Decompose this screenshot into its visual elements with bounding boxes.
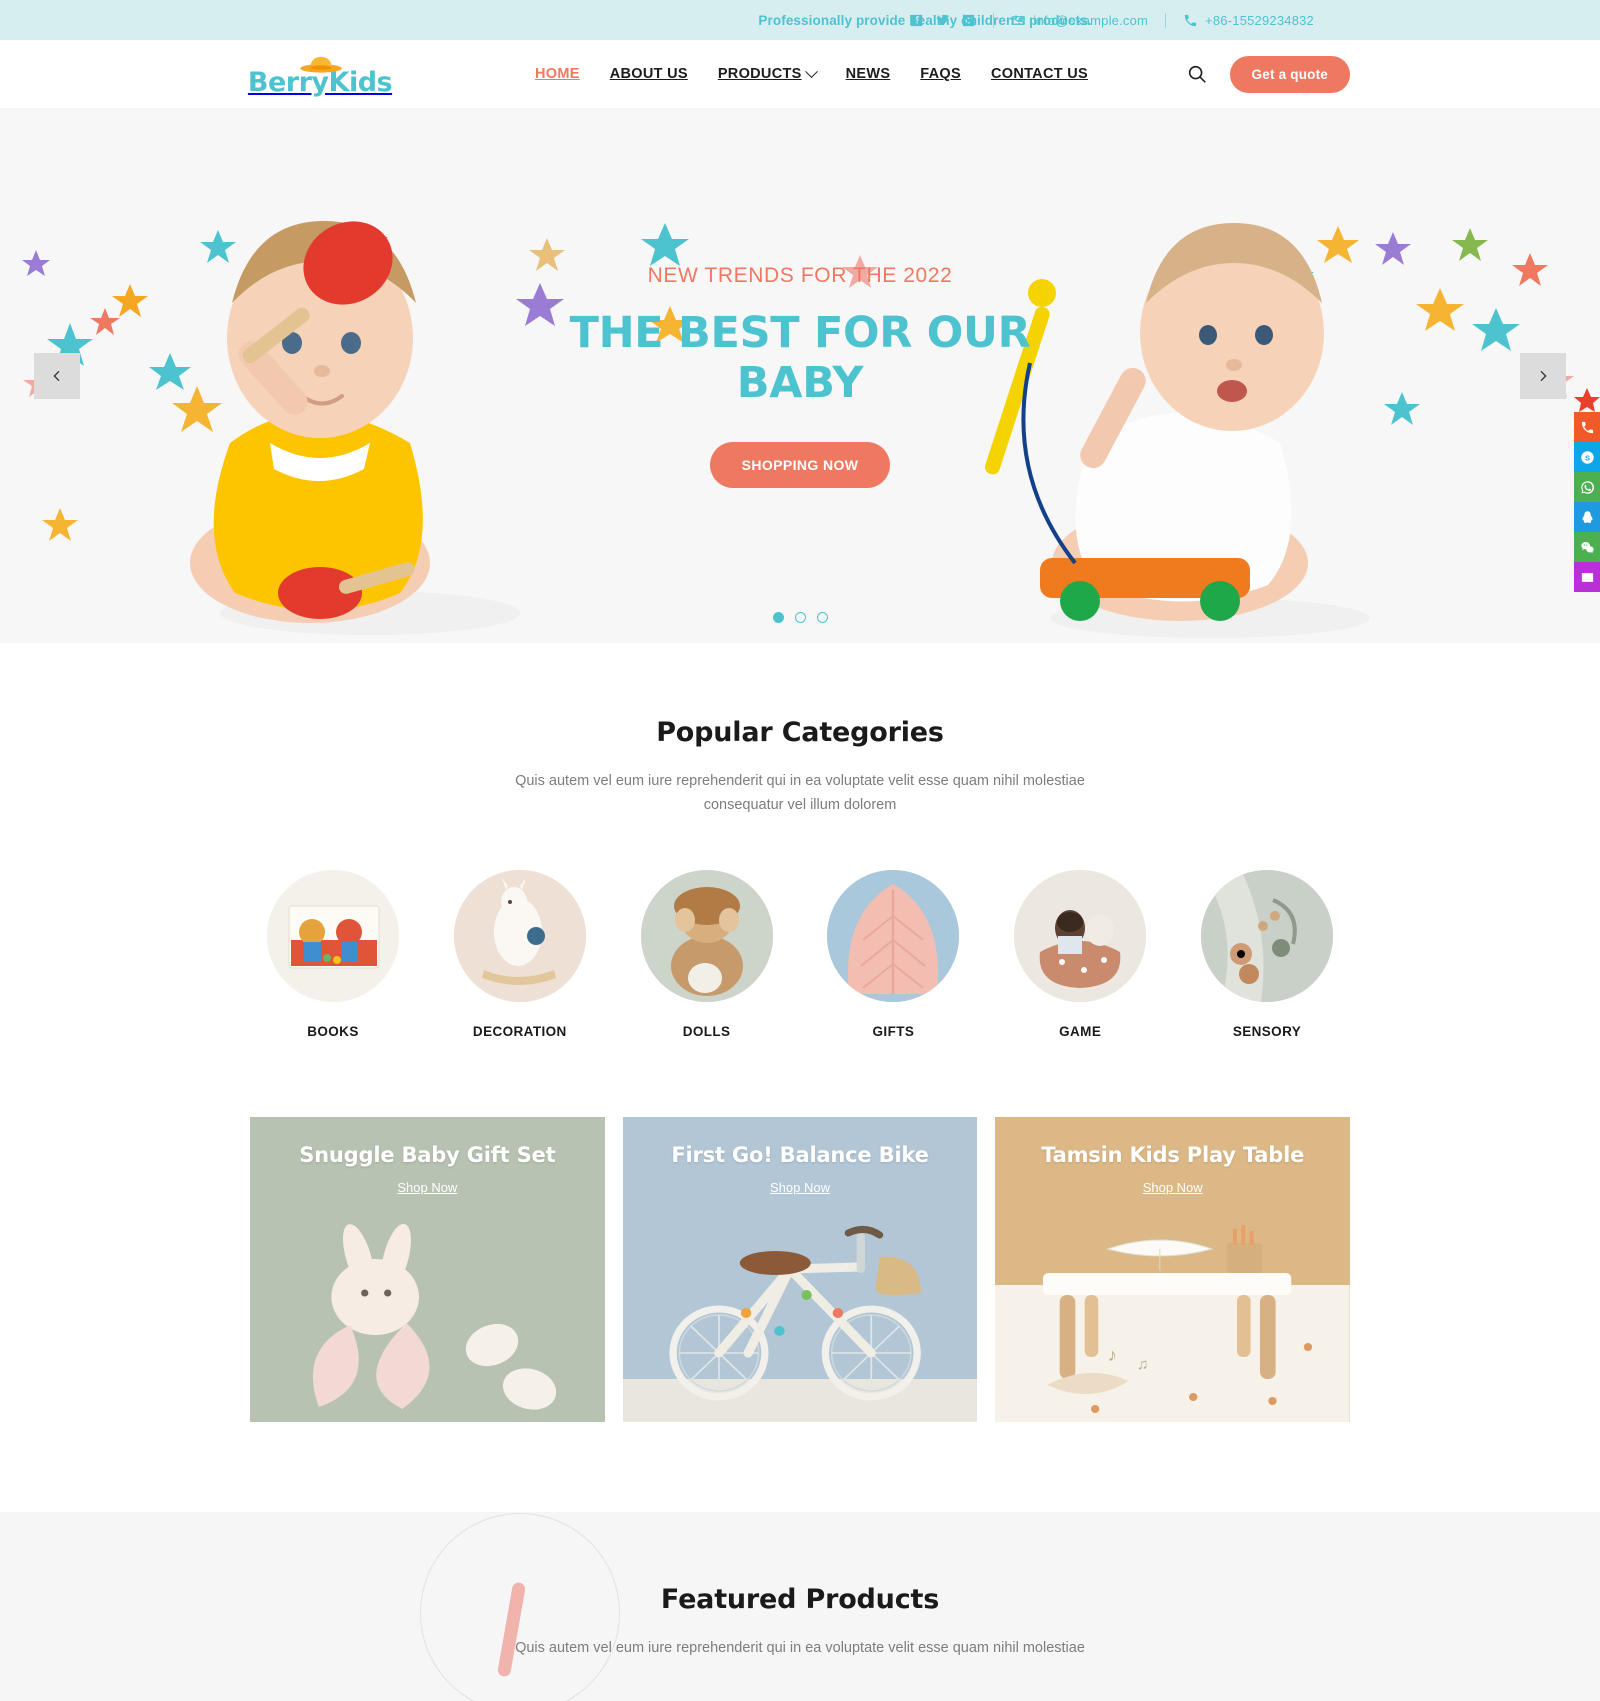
category-item-decoration[interactable]: DECORATION: [447, 869, 593, 1039]
promo-title: Snuggle Baby Gift Set: [299, 1142, 556, 1167]
nav-item-about-us[interactable]: ABOUT US: [610, 66, 688, 82]
promo-shop-now-link[interactable]: Shop Now: [770, 1180, 830, 1195]
nav-item-news[interactable]: NEWS: [846, 66, 891, 82]
divider: [993, 12, 995, 28]
nav-label: NEWS: [845, 66, 891, 82]
site-header: BerryKids HOME ABOUT US PRODUCTS NEWS FA…: [0, 40, 1600, 108]
email-contact[interactable]: info@example.com: [1011, 13, 1148, 28]
category-label: GIFTS: [872, 1023, 915, 1039]
promo-cards-row: Snuggle Baby Gift Set Shop Now First Go!…: [250, 1116, 1351, 1512]
category-image: [640, 869, 773, 1002]
slider-pagination: [0, 612, 1600, 623]
category-label: BOOKS: [307, 1023, 359, 1039]
category-image: [827, 869, 960, 1002]
categories-list: BOOKS DECORATION DOLLS GIFTS GAME SENSOR…: [250, 869, 1350, 1039]
nav-item-products[interactable]: PRODUCTS: [717, 64, 818, 82]
category-image: [1200, 869, 1333, 1002]
category-image: [453, 869, 586, 1002]
slider-prev-button[interactable]: [34, 352, 80, 399]
category-item-gifts[interactable]: GIFTS: [820, 869, 966, 1039]
chevron-left-icon: [53, 370, 60, 381]
nav-label: ABOUT US: [609, 66, 688, 82]
slider-next-button[interactable]: [1520, 352, 1566, 399]
site-logo[interactable]: BerryKids: [248, 53, 393, 96]
nav-item-home[interactable]: HOME: [535, 66, 580, 82]
nav-item-contact-us[interactable]: CONTACT US: [991, 66, 1088, 82]
envelope-icon: [1012, 15, 1026, 25]
social-links: [909, 13, 976, 28]
svg-text:♪: ♪: [1108, 1344, 1117, 1365]
svg-text:♫: ♫: [1137, 1356, 1149, 1373]
email-text: info@example.com: [1033, 12, 1149, 28]
promo-title: First Go! Balance Bike: [671, 1142, 929, 1167]
promo-shop-now-link[interactable]: Shop Now: [1143, 1180, 1203, 1195]
hero-title: THE BEST FOR OUR BABY: [569, 307, 1031, 408]
email-icon[interactable]: [1574, 562, 1600, 592]
main-navigation: HOME ABOUT US PRODUCTS NEWS FAQS CONTACT…: [535, 64, 1088, 82]
category-label: DECORATION: [472, 1023, 567, 1039]
gifts-photo: [827, 869, 960, 1002]
twitter-icon[interactable]: [935, 13, 950, 28]
top-contact-bar: Professionally provide healthy children'…: [0, 0, 1600, 40]
featured-products-section: Featured Products Quis autem vel eum iur…: [0, 1511, 1600, 1701]
slider-dot-3[interactable]: [816, 612, 828, 623]
promo-title: Tamsin Kids Play Table: [1041, 1142, 1305, 1167]
nav-label: HOME: [535, 66, 580, 82]
category-item-books[interactable]: BOOKS: [260, 869, 406, 1039]
category-label: DOLLS: [682, 1023, 731, 1039]
shopping-now-button[interactable]: SHOPPING NOW: [709, 441, 891, 488]
hero-slider: NEW TRENDS FOR THE 2022 THE BEST FOR OUR…: [0, 108, 1600, 643]
skype-icon[interactable]: S: [1574, 442, 1600, 472]
categories-title: Popular Categories: [656, 717, 944, 748]
popular-categories-section: Popular Categories Quis autem vel eum iu…: [0, 643, 1600, 1512]
categories-description: Quis autem vel eum iure reprehenderit qu…: [515, 773, 1085, 813]
category-image: [1014, 869, 1147, 1002]
chevron-right-icon: [1540, 370, 1547, 381]
phone-text: +86-15529234832: [1205, 12, 1314, 28]
nav-label: PRODUCTS: [717, 66, 802, 82]
category-label: GAME: [1059, 1023, 1102, 1039]
header-actions: Get a quote: [1186, 55, 1350, 93]
dolls-photo: [640, 869, 773, 1002]
category-item-sensory[interactable]: SENSORY: [1194, 869, 1340, 1039]
phone-contact[interactable]: +86-15529234832: [1183, 13, 1314, 28]
phone-icon: [1184, 14, 1197, 26]
hero-content: NEW TRENDS FOR THE 2022 THE BEST FOR OUR…: [0, 108, 1600, 643]
category-label: SENSORY: [1232, 1023, 1302, 1039]
sensory-photo: [1200, 869, 1333, 1002]
books-photo: [267, 869, 399, 1002]
promo-shop-now-link[interactable]: Shop Now: [397, 1180, 457, 1195]
decoration-photo: [453, 869, 586, 1002]
qq-icon[interactable]: [1574, 502, 1600, 532]
promo-card-first-go-balance-bike[interactable]: First Go! Balance Bike Shop Now: [622, 1116, 978, 1422]
search-icon[interactable]: [1186, 63, 1208, 85]
svg-text:S: S: [1584, 453, 1589, 462]
divider: [1165, 12, 1167, 28]
nav-label: CONTACT US: [990, 66, 1088, 82]
promo-card-snuggle-baby-gift-set[interactable]: Snuggle Baby Gift Set Shop Now: [250, 1116, 605, 1422]
slider-dot-2[interactable]: [794, 612, 806, 623]
phone-icon[interactable]: [1574, 412, 1600, 442]
topbar-contact-group: info@example.com +86-15529234832: [909, 12, 1564, 28]
instagram-icon[interactable]: [961, 13, 976, 28]
hero-kicker: NEW TRENDS FOR THE 2022: [647, 263, 953, 287]
nav-label: FAQS: [920, 66, 961, 82]
facebook-icon[interactable]: [909, 13, 924, 28]
category-image: [267, 869, 399, 1002]
hat-icon: [300, 56, 342, 73]
category-item-dolls[interactable]: DOLLS: [634, 869, 780, 1039]
floating-contact-widget: S: [1574, 388, 1600, 592]
game-photo: [1014, 869, 1147, 1002]
featured-title: Featured Products: [660, 1583, 940, 1615]
star-badge-icon[interactable]: [1574, 388, 1600, 412]
get-a-quote-button[interactable]: Get a quote: [1229, 55, 1350, 93]
whatsapp-icon[interactable]: [1574, 472, 1600, 502]
slider-dot-1[interactable]: [772, 612, 784, 623]
promo-card-tamsin-kids-play-table[interactable]: ♪ ♫ Tamsin Kids Play Table Shop Now: [995, 1116, 1351, 1422]
chevron-down-icon: [804, 64, 818, 78]
wechat-icon[interactable]: [1574, 532, 1600, 562]
nav-item-faqs[interactable]: FAQS: [920, 66, 961, 82]
category-item-game[interactable]: GAME: [1007, 869, 1153, 1039]
